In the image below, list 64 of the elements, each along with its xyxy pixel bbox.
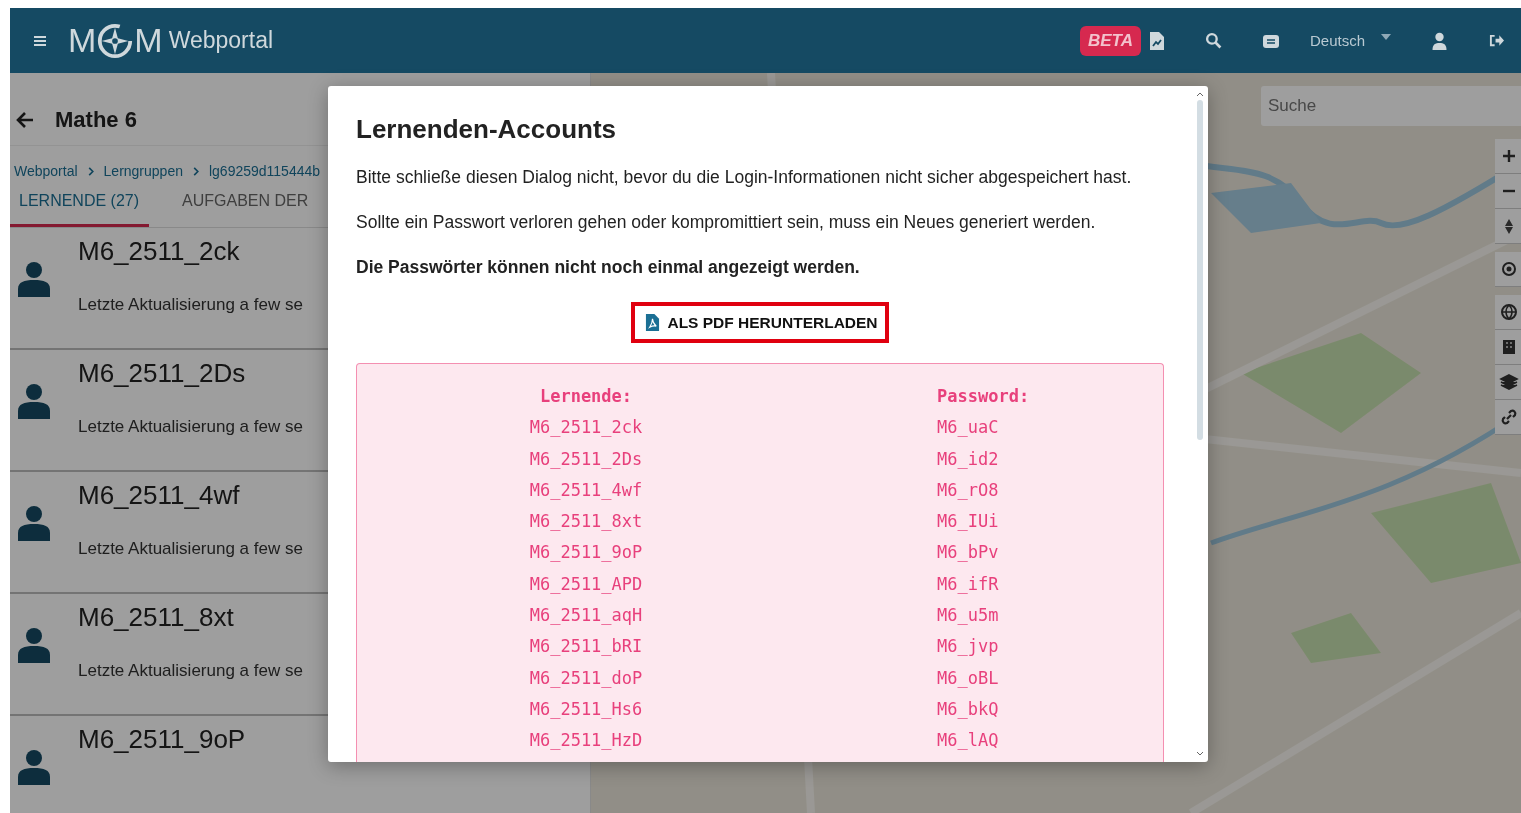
tab[interactable]: AUFGABEN DER (173, 186, 319, 227)
globe-icon[interactable] (1495, 295, 1521, 330)
student-name: M6_2511_2Ds (78, 358, 247, 389)
compass-logo-icon (96, 21, 135, 60)
user-icon (18, 627, 50, 663)
pdf-file-icon (645, 313, 661, 332)
table-cell-text: M6_bPv (936, 542, 1000, 565)
link-icon[interactable] (1495, 400, 1521, 435)
scrollbar-thumb[interactable] (1197, 100, 1203, 440)
student-name: M6_2511_2ck (78, 236, 241, 267)
map-search-field[interactable]: Suche (1261, 86, 1521, 126)
document-chart-icon[interactable] (1148, 30, 1165, 51)
app-title: Webportal (168, 27, 274, 54)
table-cell-text: M6_u5m (936, 605, 1000, 628)
locate-icon[interactable] (1495, 252, 1521, 287)
table-cell-text: M6_IUi (936, 511, 1000, 534)
chevron-right-icon (87, 166, 94, 176)
zoom-in-icon[interactable] (1495, 139, 1521, 174)
page-title: Mathe 6 (55, 107, 137, 133)
tab[interactable]: LERNENDE (27) (10, 186, 150, 227)
table-cell-text: M6_oBL (936, 667, 1000, 690)
breadcrumb-link[interactable]: Lerngruppen (103, 163, 183, 179)
logo-letter: M (68, 21, 97, 60)
table-cell-text: M6_id2 (936, 448, 1000, 471)
student-name: M6_2511_9oP (78, 724, 246, 755)
dialog-text: Bitte schließe diesen Dialog nicht, bevor du die Login-Informationen nicht sicher abgespeichert hast. (356, 167, 1133, 188)
back-arrow-icon[interactable] (15, 110, 35, 130)
table-cell-text: M6_rO8 (936, 479, 1000, 502)
table-cell-text: M6_bkQ (936, 698, 1000, 721)
table-cell-text: M6_lAQ (936, 730, 1000, 753)
last-updated-text: Letzte Aktualisierung a few se (78, 417, 303, 437)
column-header: Password: (936, 386, 1031, 408)
last-updated-text: Letzte Aktualisierung a few se (78, 295, 303, 315)
search-icon[interactable] (1204, 32, 1222, 49)
building-icon[interactable] (1495, 330, 1521, 365)
language-dropdown[interactable]: Deutsch (1309, 32, 1391, 49)
last-updated-text: Letzte Aktualisierung a few se (78, 539, 303, 559)
zoom-out-icon[interactable] (1495, 174, 1521, 209)
compass-icon[interactable] (1495, 209, 1521, 244)
chevron-right-icon (192, 166, 199, 176)
scroll-down-icon[interactable] (1196, 751, 1204, 756)
student-name: M6_2511_4wf (78, 480, 241, 511)
logout-icon[interactable] (1488, 33, 1505, 48)
student-name: M6_2511_8xt (78, 602, 235, 633)
user-icon (18, 383, 50, 419)
beta-badge: BETA (1079, 25, 1141, 56)
breadcrumb-link[interactable]: Webportal (14, 163, 78, 179)
layers-icon[interactable] (1495, 365, 1521, 400)
table-cell-text: M6_jvp (936, 636, 1000, 659)
download-pdf-button[interactable]: ALS PDF HERUNTERLADEN (631, 302, 889, 343)
table-cell-text: M6_2511_HzD (528, 730, 644, 753)
table-cell-text: M6_ifR (936, 573, 1000, 596)
inbox-icon[interactable] (1261, 32, 1280, 49)
logo-letter: M (134, 21, 163, 60)
caret-down-icon (1381, 33, 1391, 40)
dialog-title: Lernenden-Accounts (356, 114, 618, 145)
breadcrumb-link[interactable]: lg69259d115444b (208, 163, 321, 179)
user-icon (18, 261, 50, 297)
last-updated-text: Letzte Aktualisierung a few se (78, 661, 303, 681)
user-icon (18, 505, 50, 541)
user-icon (18, 749, 50, 785)
user-icon[interactable] (1431, 31, 1448, 50)
table-cell-text: M6_uaC (936, 417, 1000, 440)
scroll-up-icon[interactable] (1196, 92, 1204, 97)
